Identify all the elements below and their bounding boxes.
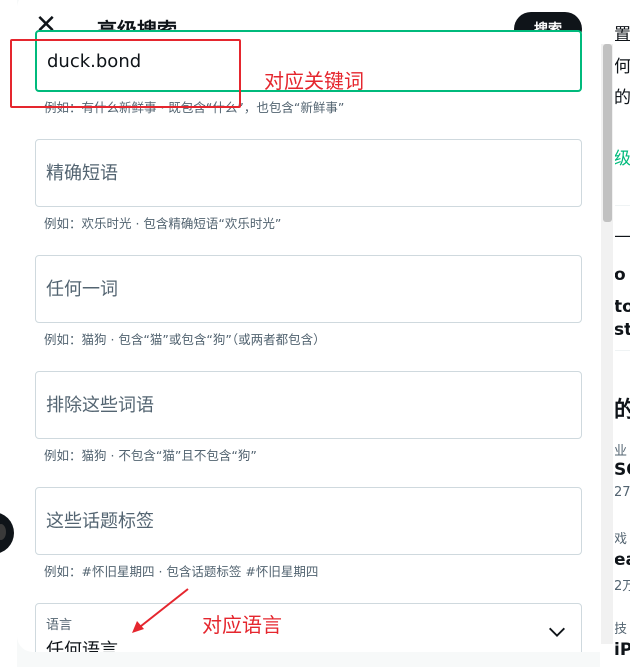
language-select[interactable]: 语言 任何语言 (35, 603, 582, 652)
bg-fragment: 级 (614, 149, 630, 169)
bg-fragment: 技 (614, 622, 628, 637)
bg-fragment: to (614, 297, 630, 317)
bg-fragment: 置 (614, 25, 630, 45)
exclude-words-field[interactable] (35, 371, 582, 439)
bg-fragment: o (614, 265, 626, 285)
exclude-words-input[interactable] (46, 372, 566, 438)
bg-fragment: 的 (614, 398, 630, 423)
exclude-words-hint: 例如：猫狗 · 不包含“猫”且不包含“狗” (44, 448, 257, 463)
bg-fragment: st (614, 320, 630, 340)
hashtags-field[interactable] (35, 487, 582, 555)
bg-fragment: 2万 (614, 579, 630, 594)
annotation-arrow-icon (132, 588, 189, 633)
hashtags-input[interactable] (46, 488, 566, 554)
bg-fragment: iPad (614, 640, 630, 660)
exact-phrase-field[interactable] (35, 139, 582, 207)
bg-fragment: SO (614, 460, 630, 480)
hashtags-hint: 例如：#怀旧星期四 · 包含话题标签 #怀旧星期四 (44, 564, 319, 579)
chevron-down-icon (549, 627, 565, 637)
bg-fragment: 何 (614, 57, 630, 77)
language-value: 任何语言 (46, 640, 118, 652)
bg-fragment: 27 (614, 485, 630, 500)
keyword-annotation-box (10, 39, 241, 108)
any-words-input[interactable] (46, 256, 566, 322)
bg-fragment: 戏 (614, 532, 628, 547)
bg-fragment: ea (614, 550, 630, 570)
keyword-annotation-label: 对应关键词 (264, 69, 364, 93)
language-label: 语言 (46, 618, 73, 633)
language-annotation-label: 对应语言 (202, 613, 282, 637)
exact-phrase-input[interactable] (46, 140, 566, 206)
bg-fragment: 的 (614, 88, 630, 108)
any-words-hint: 例如：猫狗 · 包含“猫”或包含“狗”（或两者都包含） (44, 332, 326, 347)
bg-fragment: 业 (614, 444, 628, 459)
any-words-field[interactable] (35, 255, 582, 323)
exact-phrase-hint: 例如：欢乐时光 · 包含精确短语“欢乐时光” (44, 216, 282, 231)
bg-fragment: — (614, 226, 630, 246)
scrollbar-thumb[interactable] (603, 44, 612, 222)
